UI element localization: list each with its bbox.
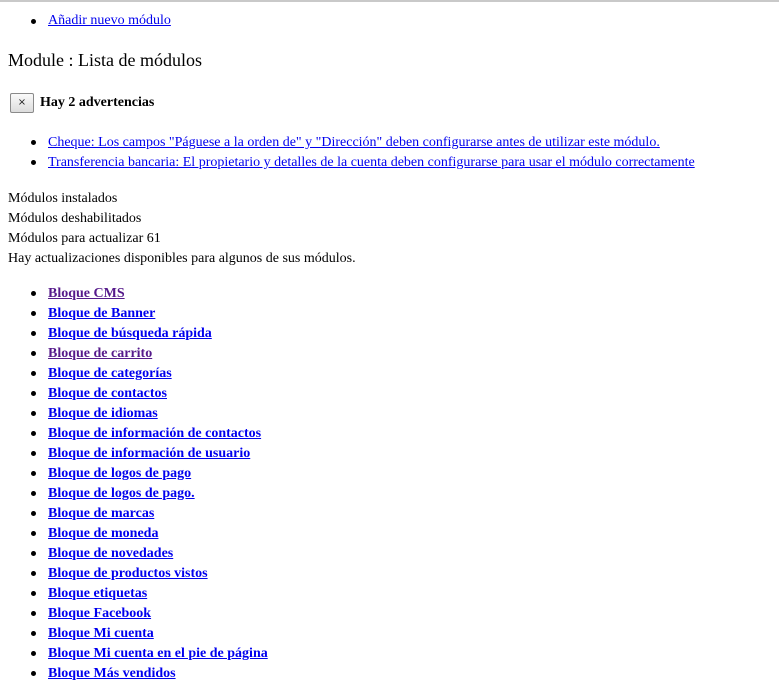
- module-list-item: Bloque de categorías: [0, 364, 779, 384]
- module-link[interactable]: Bloque Facebook: [48, 606, 151, 621]
- module-list-item: Bloque de logos de pago: [0, 464, 779, 484]
- module-link[interactable]: Bloque de categorías: [48, 366, 172, 381]
- module-list-item: Bloque de información de contactos: [0, 424, 779, 444]
- browser-top-border: [0, 0, 779, 2]
- warning-link-bank-transfer[interactable]: Transferencia bancaria: El propietario y…: [48, 155, 695, 170]
- add-module-link[interactable]: Añadir nuevo módulo: [48, 13, 171, 28]
- modules-to-update-label: Módulos para actualizar 61: [8, 231, 161, 246]
- module-list-item: Bloque de información de usuario: [0, 444, 779, 464]
- module-list-item: Bloque Facebook: [0, 604, 779, 624]
- module-list-item: Bloque de moneda: [0, 524, 779, 544]
- module-list-item: Bloque de productos vistos: [0, 564, 779, 584]
- module-list-item: Bloque de contactos: [0, 384, 779, 404]
- module-list-item: Bloque de carrito: [0, 344, 779, 364]
- warning-item: Transferencia bancaria: El propietario y…: [0, 153, 779, 173]
- close-warnings-button[interactable]: ×: [10, 93, 34, 113]
- module-link[interactable]: Bloque Mi cuenta: [48, 626, 154, 641]
- warnings-header: × Hay 2 advertencias: [10, 92, 154, 114]
- module-link[interactable]: Bloque de información de contactos: [48, 426, 261, 441]
- close-icon: ×: [17, 97, 27, 108]
- module-link[interactable]: Bloque Más vendidos: [48, 666, 176, 681]
- updates-notice: Hay actualizaciones disponibles para alg…: [8, 251, 356, 266]
- module-list-item: Bloque de marcas: [0, 504, 779, 524]
- module-list: Bloque CMS Bloque de Banner Bloque de búsq…: [0, 284, 779, 684]
- module-link[interactable]: Bloque Mi cuenta en el pie de página: [48, 646, 268, 661]
- module-link[interactable]: Bloque de marcas: [48, 506, 154, 521]
- module-list-item: Bloque CMS: [0, 284, 779, 304]
- module-list-item: Bloque Mi cuenta: [0, 624, 779, 644]
- module-list-item: Bloque de novedades: [0, 544, 779, 564]
- module-link[interactable]: Bloque de logos de pago.: [48, 486, 195, 501]
- module-list-item: Bloque Mi cuenta en el pie de página: [0, 644, 779, 664]
- module-link[interactable]: Bloque de moneda: [48, 526, 158, 541]
- module-link[interactable]: Bloque de información de usuario: [48, 446, 250, 461]
- disabled-modules-label: Módulos deshabilitados: [8, 211, 142, 226]
- add-module-list: Añadir nuevo módulo: [0, 12, 779, 30]
- module-link[interactable]: Bloque de Banner: [48, 306, 155, 321]
- module-link[interactable]: Bloque etiquetas: [48, 586, 147, 601]
- module-link[interactable]: Bloque de búsqueda rápida: [48, 326, 212, 341]
- module-list-item: Bloque Más vendidos: [0, 664, 779, 684]
- module-link[interactable]: Bloque de idiomas: [48, 406, 158, 421]
- warning-item: Cheque: Los campos "Páguese a la orden d…: [0, 133, 779, 153]
- module-link[interactable]: Bloque de novedades: [48, 546, 173, 561]
- module-list-item: Bloque de idiomas: [0, 404, 779, 424]
- warnings-title: Hay 2 advertencias: [40, 95, 155, 110]
- warning-link-cheque[interactable]: Cheque: Los campos "Páguese a la orden d…: [48, 135, 660, 150]
- module-list-item: Bloque de logos de pago.: [0, 484, 779, 504]
- module-status: Módulos instalados Módulos deshabilitado…: [8, 189, 356, 269]
- installed-modules-label: Módulos instalados: [8, 191, 118, 206]
- list-item: Añadir nuevo módulo: [0, 12, 779, 30]
- module-list-item: Bloque de búsqueda rápida: [0, 324, 779, 344]
- warnings-list: Cheque: Los campos "Páguese a la orden d…: [0, 133, 779, 173]
- module-link[interactable]: Bloque CMS: [48, 286, 125, 301]
- page-title: Module : Lista de módulos: [8, 50, 202, 70]
- module-link[interactable]: Bloque de logos de pago: [48, 466, 191, 481]
- module-list-item: Bloque etiquetas: [0, 584, 779, 604]
- module-list-item: Bloque de Banner: [0, 304, 779, 324]
- module-link[interactable]: Bloque de contactos: [48, 386, 167, 401]
- module-link[interactable]: Bloque de carrito: [48, 346, 152, 361]
- module-link[interactable]: Bloque de productos vistos: [48, 566, 208, 581]
